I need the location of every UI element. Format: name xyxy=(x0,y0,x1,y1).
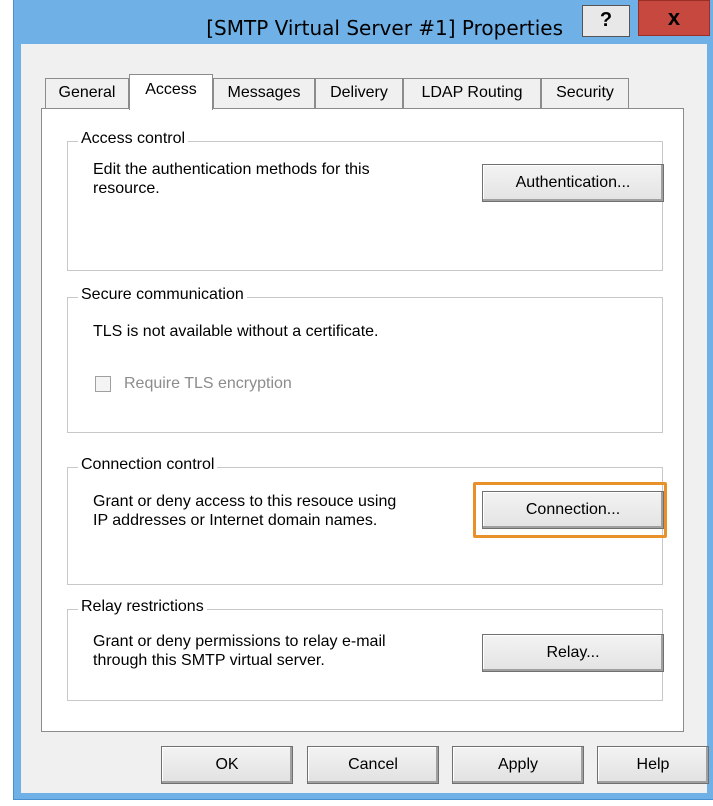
tab-messages[interactable]: Messages xyxy=(213,78,315,108)
title-bar[interactable]: [SMTP Virtual Server #1] Properties ? x xyxy=(14,0,713,44)
connection-control-title: Connection control xyxy=(78,456,218,474)
tab-ldap-routing[interactable]: LDAP Routing xyxy=(403,78,541,108)
relay-restrictions-description-line1: Grant or deny permissions to relay e-mai… xyxy=(93,633,386,650)
cancel-button[interactable]: Cancel xyxy=(307,746,439,784)
close-button[interactable]: x xyxy=(638,0,710,36)
ok-button[interactable]: OK xyxy=(161,746,293,784)
help-title-button[interactable]: ? xyxy=(582,5,630,37)
relay-restrictions-group: Relay restrictions Grant or deny permiss… xyxy=(67,598,664,701)
authentication-button[interactable]: Authentication... xyxy=(482,164,664,202)
connection-control-group: Connection control Grant or deny access … xyxy=(67,456,667,585)
require-tls-label: Require TLS encryption xyxy=(124,375,292,392)
secure-communication-group: Secure communication TLS is not availabl… xyxy=(67,286,663,433)
help-button[interactable]: Help xyxy=(597,746,709,784)
tab-general[interactable]: General xyxy=(45,78,129,108)
tab-access[interactable]: Access xyxy=(129,74,213,110)
window-title: [SMTP Virtual Server #1] Properties xyxy=(206,16,563,40)
access-control-description: Edit the authentication methods for this… xyxy=(93,160,370,198)
connection-control-description-line2: IP addresses or Internet domain names. xyxy=(93,512,378,529)
dialog-client-area: General Access Messages Delivery LDAP Ro… xyxy=(21,44,709,793)
access-control-description-line1: Edit the authentication methods for this xyxy=(93,161,370,178)
properties-dialog: [SMTP Virtual Server #1] Properties ? x … xyxy=(13,0,713,800)
access-control-description-line2: resource. xyxy=(93,180,160,197)
tls-status-text: TLS is not available without a certifica… xyxy=(93,323,379,340)
relay-restrictions-description: Grant or deny permissions to relay e-mai… xyxy=(93,632,386,670)
secure-communication-title: Secure communication xyxy=(78,286,247,304)
tab-security[interactable]: Security xyxy=(541,78,629,108)
relay-button[interactable]: Relay... xyxy=(482,634,664,672)
connection-control-description-line1: Grant or deny access to this resouce usi… xyxy=(93,493,397,510)
tab-delivery[interactable]: Delivery xyxy=(315,78,403,108)
relay-restrictions-description-line2: through this SMTP virtual server. xyxy=(93,652,325,669)
access-tab-panel: Access control Edit the authentication m… xyxy=(41,108,684,732)
require-tls-checkbox[interactable] xyxy=(95,376,111,392)
connection-control-description: Grant or deny access to this resouce usi… xyxy=(93,492,396,530)
relay-restrictions-title: Relay restrictions xyxy=(78,598,207,616)
connection-button[interactable]: Connection... xyxy=(482,491,664,529)
access-control-title: Access control xyxy=(78,130,189,148)
apply-button[interactable]: Apply xyxy=(452,746,584,784)
access-control-group: Access control Edit the authentication m… xyxy=(67,130,664,271)
